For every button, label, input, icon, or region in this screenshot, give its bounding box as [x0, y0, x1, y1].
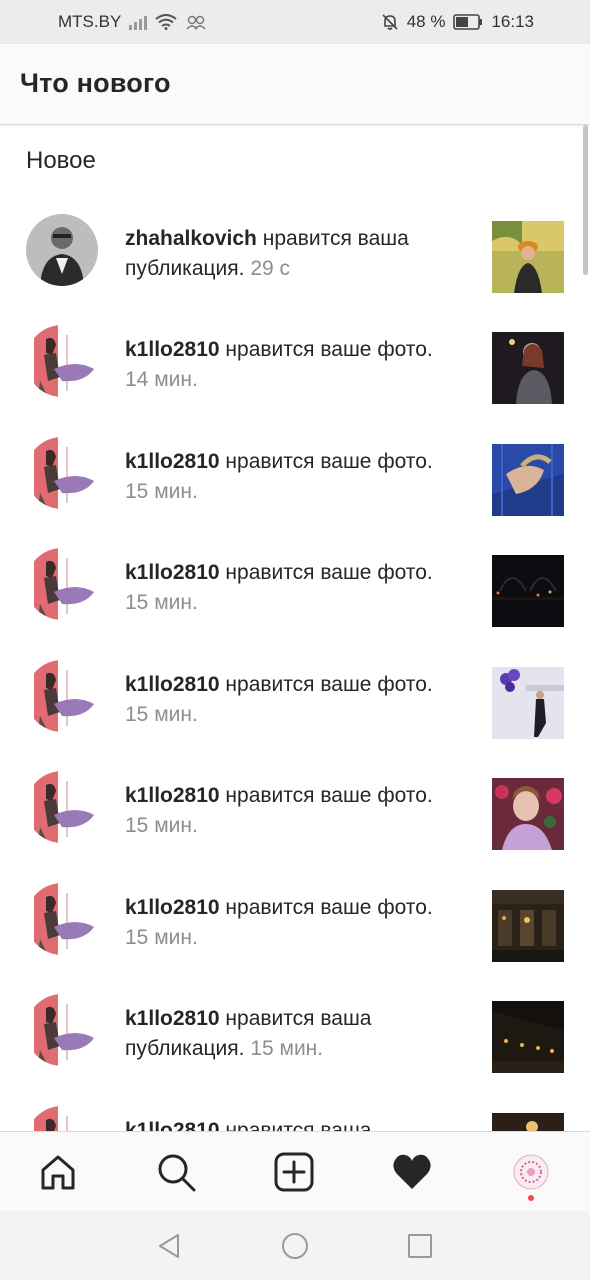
battery-icon	[453, 14, 483, 30]
profile-avatar	[513, 1154, 549, 1190]
notification-row[interactable]: k1llo2810 нравится ваше фото. 15 мин.	[0, 437, 590, 548]
search-icon	[158, 1154, 196, 1192]
notification-row[interactable]: k1llo2810 нравится ваше фото. 15 мин.	[0, 883, 590, 994]
scrollbar[interactable]	[583, 125, 588, 275]
timestamp: 29 с	[250, 257, 291, 280]
username[interactable]: k1llo2810	[125, 561, 220, 584]
new-post-icon	[274, 1152, 314, 1192]
notification-dot	[528, 1195, 534, 1201]
notification-text: k1llo2810 нравится ваше фото. 15 мин.	[125, 447, 470, 507]
wifi-icon	[155, 14, 177, 30]
notification-text: k1llo2810 нравится ваше фото. 14 мин.	[125, 335, 470, 395]
timestamp: 15 мин.	[125, 814, 198, 837]
signal-icon	[129, 14, 148, 30]
back-icon[interactable]	[154, 1231, 184, 1261]
status-left: MTS.BY	[58, 12, 207, 32]
user-avatar[interactable]	[26, 437, 98, 509]
notification-row[interactable]: zhahalkovich нравится ваша публикация. 2…	[0, 214, 590, 325]
activity-feed[interactable]: Новое zhahalkovich нравится ваша публика…	[0, 125, 590, 1131]
timestamp: 15 мин.	[125, 926, 198, 949]
status-bar: MTS.BY 48 % 16:13	[0, 0, 590, 44]
post-thumbnail[interactable]	[492, 667, 564, 739]
hotspot-icon	[186, 15, 206, 30]
timestamp: 14 мин.	[125, 368, 198, 391]
notification-text: k1llo2810 нравится ваше фото. 15 мин.	[125, 781, 470, 841]
bottom-tab-bar	[0, 1131, 590, 1212]
post-thumbnail[interactable]	[492, 444, 564, 516]
activity-heart-icon	[393, 1154, 431, 1189]
username[interactable]: zhahalkovich	[125, 227, 257, 250]
home-icon	[41, 1155, 75, 1190]
username[interactable]: k1llo2810	[125, 450, 220, 473]
notification-row[interactable]: k1llo2810 нравится ваше фото. 15 мин.	[0, 771, 590, 882]
action-text: нравится ваше фото.	[225, 450, 433, 473]
timestamp: 15 мин.	[125, 703, 198, 726]
user-avatar[interactable]	[26, 994, 98, 1066]
notification-row[interactable]: k1llo2810 нравится ваше фото. 15 мин.	[0, 660, 590, 771]
timestamp: 15 мин.	[125, 591, 198, 614]
section-title: Новое	[26, 147, 96, 174]
username[interactable]: k1llo2810	[125, 673, 220, 696]
system-nav-bar	[0, 1211, 590, 1280]
post-thumbnail[interactable]	[492, 555, 564, 627]
timestamp: 15 мин.	[125, 480, 198, 503]
page-title: Что нового	[20, 68, 171, 98]
post-thumbnail[interactable]	[492, 221, 564, 293]
notification-text: zhahalkovich нравится ваша публикация. 2…	[125, 224, 470, 284]
user-avatar[interactable]	[26, 660, 98, 732]
home-tab[interactable]	[36, 1150, 80, 1194]
action-text: нравится ваше фото.	[225, 896, 433, 919]
timestamp: 15 мин.	[250, 1037, 324, 1060]
notification-text: k1llo2810 нравится ваше фото. 15 мин.	[125, 558, 470, 618]
username[interactable]: k1llo2810	[125, 784, 220, 807]
user-avatar[interactable]	[26, 548, 98, 620]
post-thumbnail[interactable]	[492, 1001, 564, 1073]
home-circle-icon[interactable]	[280, 1231, 310, 1261]
post-thumbnail[interactable]	[492, 778, 564, 850]
notification-row[interactable]: k1llo2810 нравится ваша	[0, 1106, 590, 1131]
post-thumbnail[interactable]	[492, 890, 564, 962]
recent-apps-icon[interactable]	[405, 1231, 435, 1261]
notification-text: k1llo2810 нравится ваша	[125, 1116, 470, 1131]
username[interactable]: k1llo2810	[125, 338, 220, 361]
notification-row[interactable]: k1llo2810 нравится ваше фото. 14 мин.	[0, 325, 590, 436]
action-text: нравится ваше фото.	[225, 784, 433, 807]
notification-row[interactable]: k1llo2810 нравится ваша публикация. 15 м…	[0, 994, 590, 1105]
action-text: нравится ваше фото.	[225, 338, 433, 361]
user-avatar[interactable]	[26, 214, 98, 286]
activity-tab[interactable]	[390, 1150, 434, 1194]
user-avatar[interactable]	[26, 1106, 98, 1131]
notification-text: k1llo2810 нравится ваше фото. 15 мин.	[125, 893, 470, 953]
new-post-tab[interactable]	[272, 1150, 316, 1194]
user-avatar[interactable]	[26, 771, 98, 843]
notification-text: k1llo2810 нравится ваша публикация. 15 м…	[125, 1004, 470, 1064]
mute-bell-icon	[382, 14, 398, 30]
user-avatar[interactable]	[26, 883, 98, 955]
clock: 16:13	[491, 12, 534, 31]
notification-text: k1llo2810 нравится ваше фото. 15 мин.	[125, 670, 470, 730]
action-text: нравится ваше фото.	[225, 673, 433, 696]
post-thumbnail[interactable]	[492, 1113, 564, 1131]
user-avatar[interactable]	[26, 325, 98, 397]
notification-row[interactable]: k1llo2810 нравится ваше фото. 15 мин.	[0, 548, 590, 659]
status-right: 48 % 16:13	[381, 12, 534, 32]
username[interactable]: k1llo2810	[125, 1119, 220, 1131]
page-header: Что нового	[0, 44, 590, 125]
profile-tab[interactable]	[509, 1150, 553, 1194]
carrier-label: MTS.BY	[58, 12, 122, 31]
battery-percent: 48 %	[406, 12, 446, 31]
search-tab[interactable]	[154, 1150, 198, 1194]
post-thumbnail[interactable]	[492, 332, 564, 404]
action-text: нравится ваша	[225, 1119, 372, 1131]
username[interactable]: k1llo2810	[125, 896, 220, 919]
action-text: нравится ваше фото.	[225, 561, 433, 584]
username[interactable]: k1llo2810	[125, 1007, 220, 1030]
